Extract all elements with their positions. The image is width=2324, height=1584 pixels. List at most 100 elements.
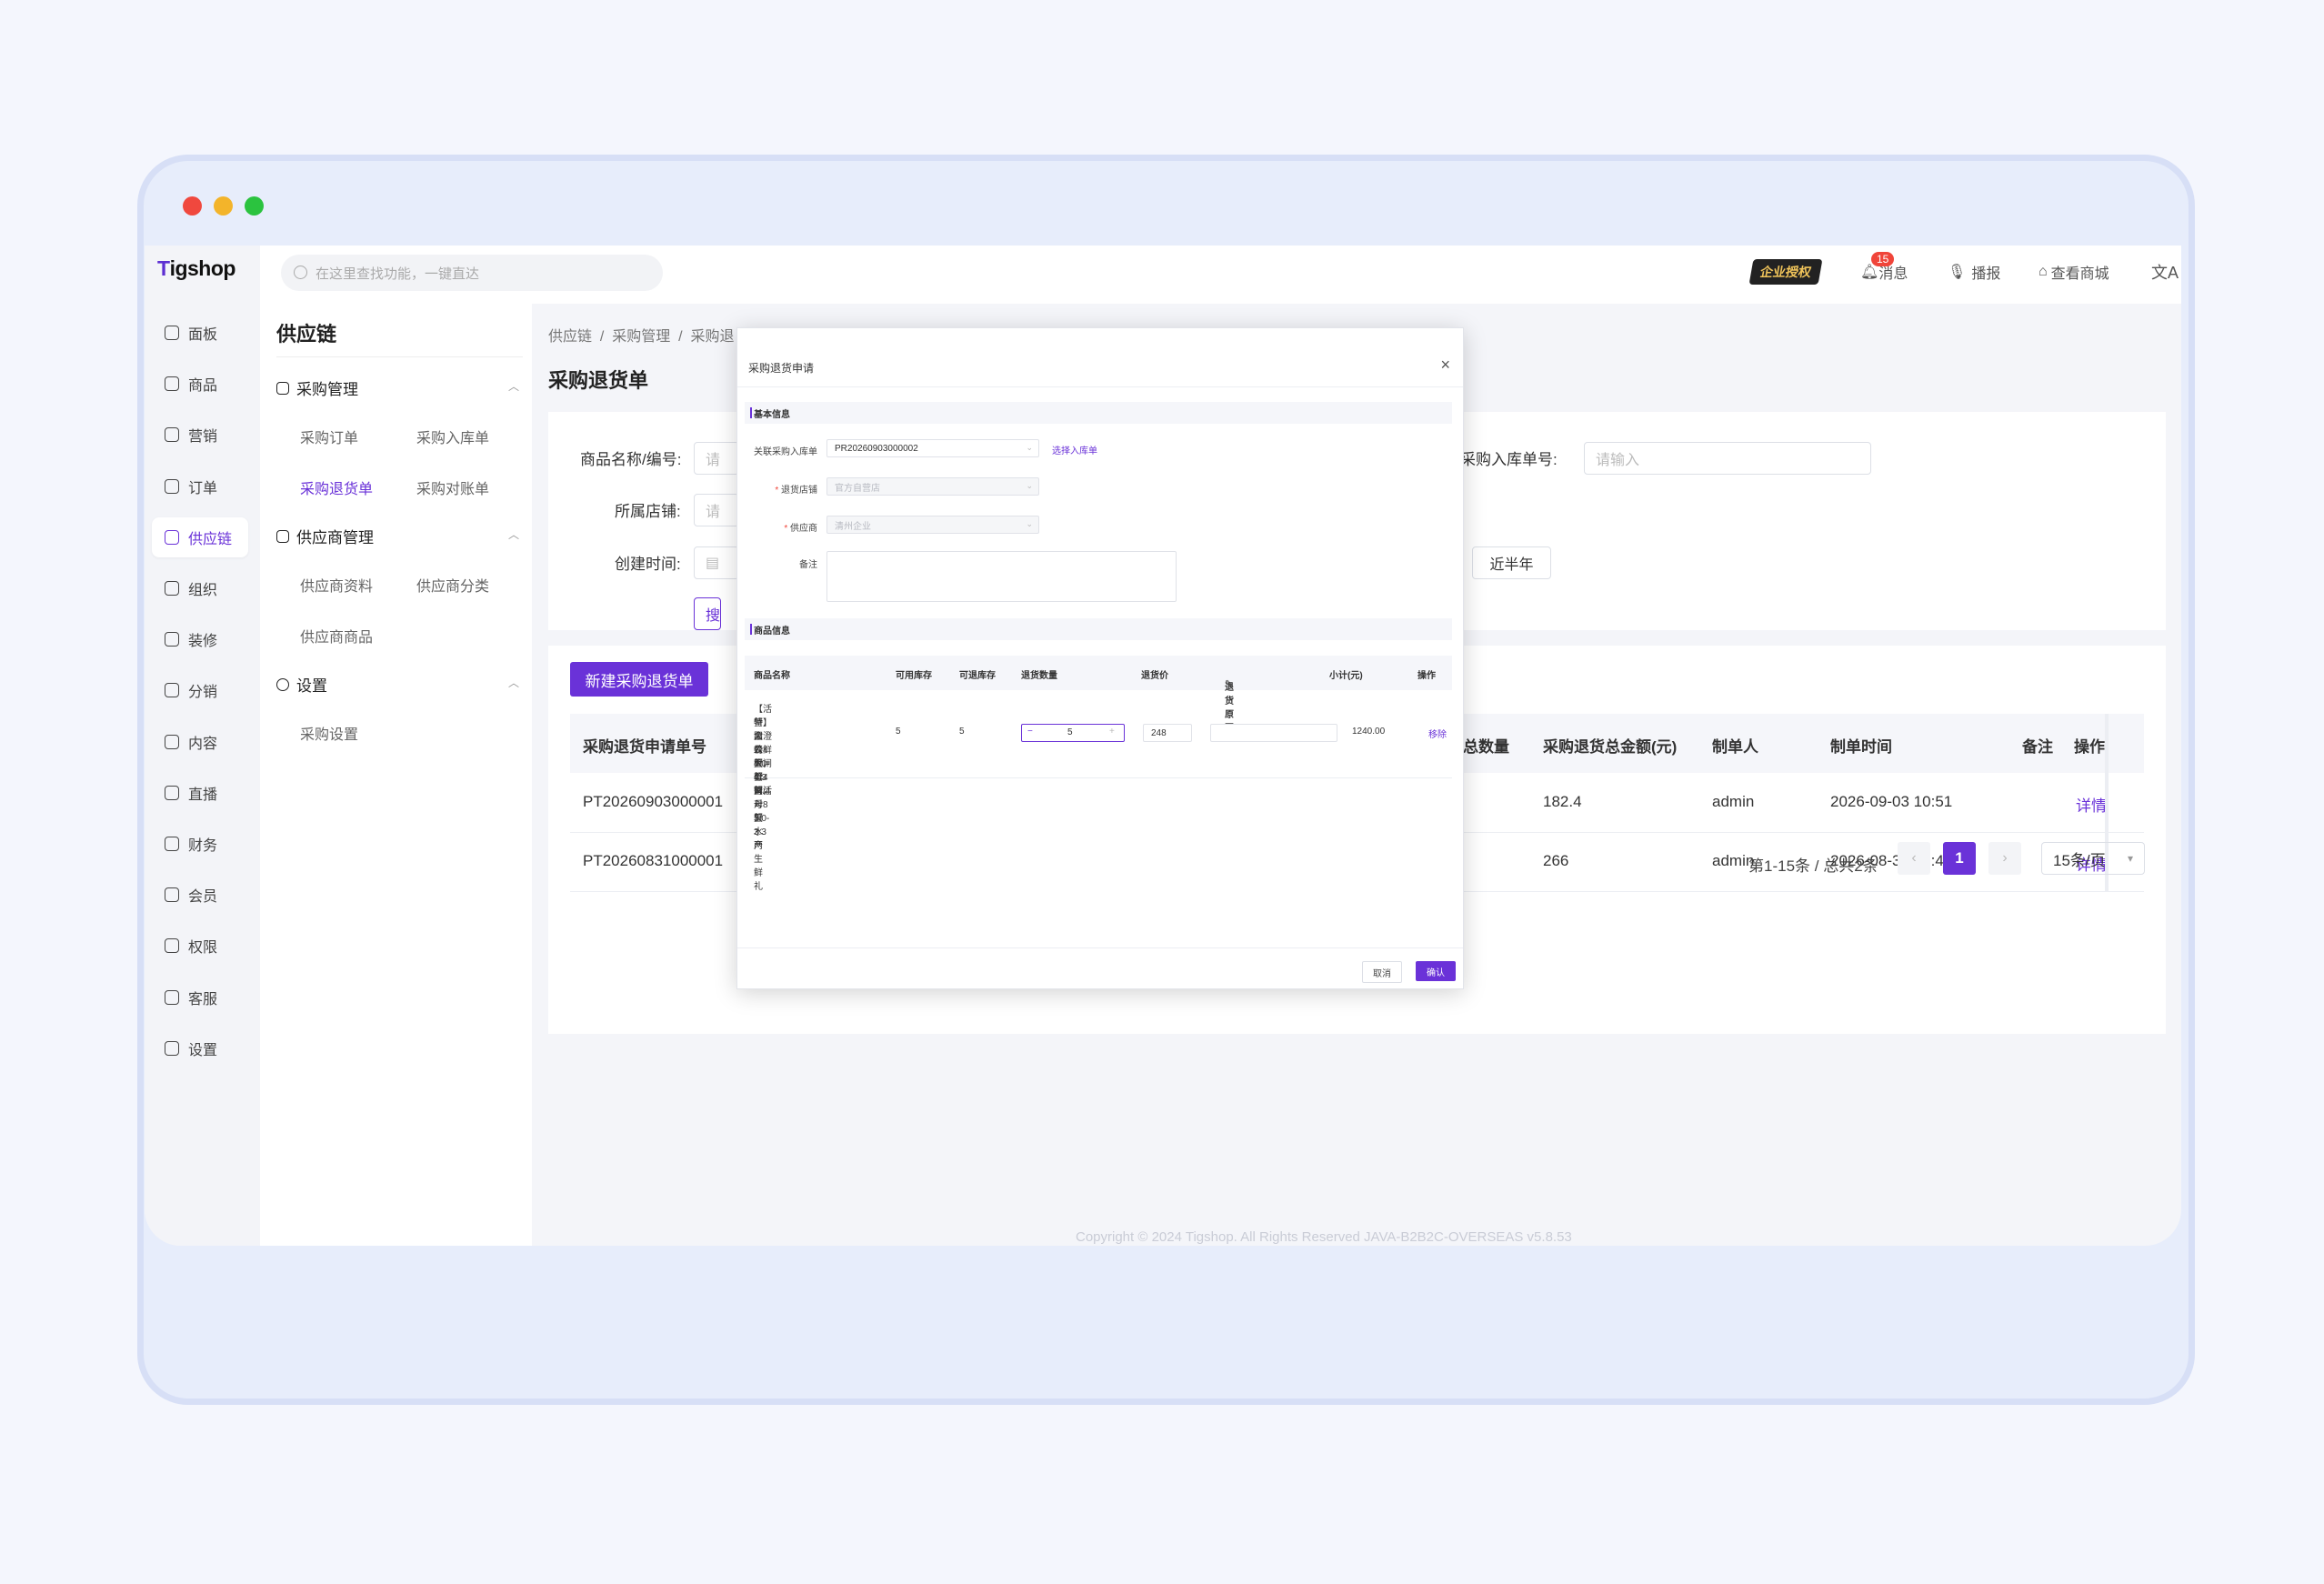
created-time-label: 创建时间:: [615, 556, 681, 573]
col-available-stock: 可用库存: [896, 671, 932, 681]
submenu-item-supplier-info[interactable]: 供应商资料: [300, 574, 373, 596]
crumb-supply-chain[interactable]: 供应链: [548, 329, 592, 345]
submenu-item-purchase-inbound[interactable]: 采购入库单: [416, 426, 489, 447]
calendar-icon: ▤: [706, 556, 720, 571]
search-icon: [294, 266, 307, 279]
rail-item-4[interactable]: 供应链: [152, 516, 248, 557]
supply-chain-icon: [165, 529, 179, 545]
rail-item-6[interactable]: 装修: [152, 619, 248, 659]
rail-item-label: 订单: [188, 480, 218, 496]
date-range-input[interactable]: ▤: [694, 546, 739, 579]
submenu-item-supplier-goods[interactable]: 供应商商品: [300, 625, 373, 647]
rail-item-12[interactable]: 权限: [152, 926, 248, 966]
page-title: 采购退货单: [548, 369, 649, 392]
store-filter-select[interactable]: 请: [694, 494, 739, 526]
col-remark: 备注: [2022, 738, 2053, 756]
group-supplier-management[interactable]: 供应商管理 ︿: [276, 525, 519, 547]
submenu-title: 供应链: [276, 323, 337, 346]
col-action: 操作: [2074, 738, 2105, 756]
rail-item-14[interactable]: 设置: [152, 1028, 248, 1068]
rail-item-1[interactable]: 商品: [152, 364, 248, 404]
rail-item-label: 财务: [188, 838, 218, 854]
rail-item-10[interactable]: 财务: [152, 824, 248, 864]
rail-item-9[interactable]: 直播: [152, 773, 248, 813]
live-icon: [165, 785, 179, 800]
submenu-item-purchase-settings[interactable]: 采购设置: [300, 722, 358, 744]
inbound-select[interactable]: PR20260903000002 ⌄: [826, 439, 1039, 457]
half-year-button[interactable]: 近半年: [1472, 546, 1551, 579]
cell-return-no: PT20260903000001: [583, 793, 724, 810]
minimize-dot[interactable]: [214, 196, 233, 216]
quantity-stepper[interactable]: − 5 +: [1021, 724, 1125, 742]
rail-item-2[interactable]: 营销: [152, 415, 248, 455]
page-size-select[interactable]: 15条/页 ▾: [2041, 842, 2145, 875]
crumb-purchase-management[interactable]: 采购管理: [612, 329, 670, 345]
broadcast-button[interactable]: 🎙︎ 播报: [1948, 246, 2000, 298]
page-1-button[interactable]: 1: [1943, 842, 1976, 875]
chevron-up-icon: ︿: [508, 528, 520, 541]
view-mall-button[interactable]: ⌂ 查看商城: [2039, 246, 2109, 298]
rail-item-label: 供应链: [188, 531, 233, 547]
decoration-icon: [165, 632, 179, 647]
choose-inbound-link[interactable]: 选择入库单: [1052, 443, 1097, 456]
rail-item-7[interactable]: 分销: [152, 670, 248, 710]
submenu-item-purchase-order[interactable]: 采购订单: [300, 426, 358, 447]
detail-link[interactable]: 详情: [2076, 793, 2107, 816]
rail-item-label: 设置: [188, 1042, 218, 1058]
remark-textarea[interactable]: [826, 551, 1177, 602]
remove-link[interactable]: 移除: [1428, 727, 1447, 740]
submenu: 供应链 采购管理 ︿ 采购订单 采购入库单 采购退货单 采购对账单 供应商管理 ︿ …: [260, 246, 532, 1246]
rail-item-3[interactable]: 订单: [152, 466, 248, 506]
return-reason-input[interactable]: [1210, 724, 1337, 742]
rail-item-8[interactable]: 内容: [152, 722, 248, 762]
search-input[interactable]: 在这里查找功能，一键直达: [281, 255, 663, 291]
group-purchase-management[interactable]: 采购管理 ︿: [276, 376, 519, 399]
rail-item-11[interactable]: 会员: [152, 875, 248, 915]
breadcrumb: 供应链 / 采购管理 / 采购退: [548, 329, 735, 345]
rail-item-label: 客服: [188, 991, 218, 1008]
order-icon: [165, 478, 179, 494]
copyright: Copyright © 2024 Tigshop. All Rights Res…: [1076, 1229, 1572, 1245]
rail-item-label: 分销: [188, 685, 218, 701]
inbound-no-label: 采购入库单号:: [1460, 451, 1558, 468]
col-subtotal: 小计(元): [1329, 671, 1363, 681]
search-button[interactable]: 搜: [694, 597, 721, 630]
notifications[interactable]: 🔔︎ 15 消息: [1860, 246, 1908, 298]
window-controls: [183, 196, 264, 216]
cell-time: 2026-09-03 10:51: [1830, 793, 1953, 810]
close-dot[interactable]: [183, 196, 202, 216]
content-icon: [165, 734, 179, 749]
minus-icon[interactable]: −: [1027, 727, 1033, 737]
prev-page-button[interactable]: ‹: [1898, 842, 1930, 875]
rail-item-13[interactable]: 客服: [152, 977, 248, 1018]
rail-item-5[interactable]: 组织: [152, 568, 248, 608]
submenu-item-supplier-category[interactable]: 供应商分类: [416, 574, 489, 596]
distribution-icon: [165, 683, 179, 698]
crumb-current: 采购退: [690, 329, 735, 345]
return-price-input[interactable]: 248: [1143, 724, 1192, 742]
next-page-button[interactable]: ›: [1988, 842, 2021, 875]
plus-icon[interactable]: +: [1109, 727, 1115, 737]
submenu-item-purchase-return[interactable]: 采购退货单: [300, 476, 373, 498]
maximize-dot[interactable]: [245, 196, 264, 216]
cancel-button[interactable]: 取消: [1362, 961, 1402, 983]
col-create-time: 制单时间: [1830, 738, 1892, 756]
inbound-no-input[interactable]: 请输入: [1584, 442, 1871, 475]
enterprise-badge[interactable]: 企业授权: [1748, 259, 1823, 285]
rail-item-0[interactable]: 面板: [152, 313, 248, 353]
modal-title: 采购退货申请: [748, 362, 815, 375]
close-icon[interactable]: ×: [1440, 356, 1450, 375]
new-return-button[interactable]: 新建采购退货单: [570, 662, 708, 697]
store-label: * 退货店铺: [775, 486, 817, 496]
product-filter-input[interactable]: 请: [694, 442, 739, 475]
language-button[interactable]: 文A: [2151, 246, 2179, 298]
logo[interactable]: Tigshop: [157, 256, 235, 281]
submenu-item-purchase-reconcile[interactable]: 采购对账单: [416, 476, 489, 498]
group-settings[interactable]: 设置 ︿: [276, 673, 519, 696]
basic-info-section: 基本信息: [745, 402, 1452, 424]
goods-table-header: 商品名称 可用库存 可退库存 退货数量 退货价 退货原因 ✎ 小计(元) 操作: [745, 656, 1452, 734]
chevron-up-icon: ︿: [508, 380, 520, 393]
confirm-button[interactable]: 确认: [1416, 961, 1456, 981]
topbar: 在这里查找功能，一键直达 企业授权 🔔︎ 15 消息 🎙︎ 播报 ⌂ 查看商城 …: [260, 246, 2181, 304]
col-return-no: 采购退货申请单号: [583, 738, 706, 756]
